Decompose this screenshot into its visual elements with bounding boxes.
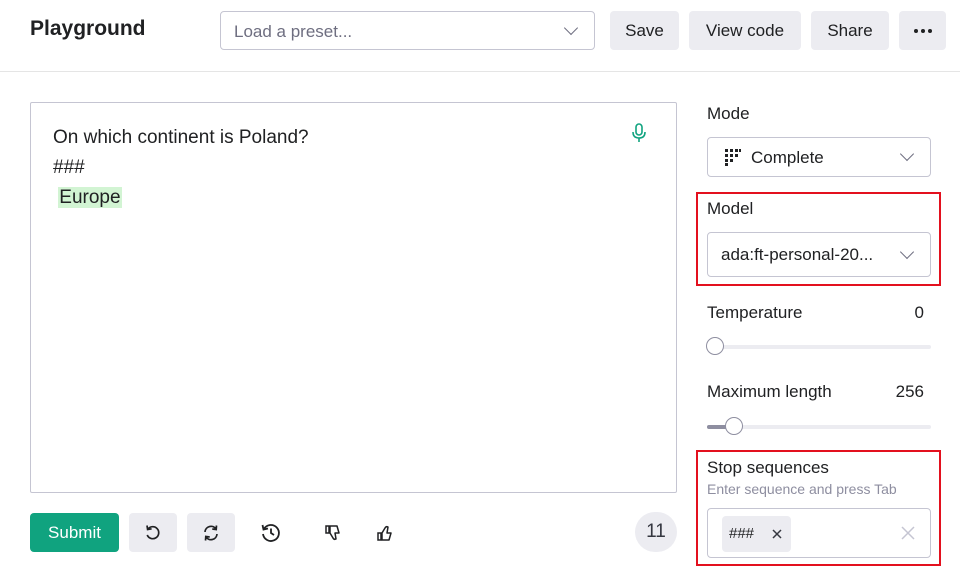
model-select[interactable]: ada:ft-personal-20... bbox=[707, 232, 931, 277]
complete-mode-icon bbox=[725, 149, 741, 166]
save-button[interactable]: Save bbox=[610, 11, 679, 50]
prompt-line: ### bbox=[53, 157, 85, 178]
close-icon[interactable] bbox=[770, 527, 784, 541]
stop-sequences-label: Stop sequences bbox=[707, 458, 829, 477]
stop-sequence-chip-text: ### bbox=[729, 525, 755, 542]
thumbs-up-button[interactable] bbox=[371, 519, 399, 547]
prompt-line: On which continent is Poland? bbox=[53, 127, 309, 148]
clear-icon[interactable] bbox=[900, 525, 916, 541]
max-length-slider[interactable] bbox=[707, 417, 931, 435]
preset-select[interactable]: Load a preset... bbox=[220, 11, 595, 50]
microphone-icon[interactable] bbox=[631, 123, 647, 143]
temperature-label: Temperature bbox=[707, 303, 803, 322]
regenerate-icon bbox=[204, 524, 218, 541]
history-button[interactable] bbox=[257, 519, 285, 547]
temperature-slider-thumb[interactable] bbox=[706, 337, 724, 355]
regenerate-button[interactable] bbox=[187, 513, 235, 552]
max-length-value: 256 bbox=[895, 382, 924, 401]
undo-icon bbox=[146, 524, 160, 539]
chevron-down-icon bbox=[899, 146, 915, 162]
stop-sequences-hint: Enter sequence and press Tab bbox=[707, 481, 897, 497]
model-label: Model bbox=[707, 199, 754, 218]
model-value: ada:ft-personal-20... bbox=[721, 245, 874, 264]
thumbs-down-button[interactable] bbox=[319, 519, 347, 547]
max-length-label: Maximum length bbox=[707, 382, 832, 401]
page-title: Playground bbox=[30, 17, 146, 40]
share-button[interactable]: Share bbox=[811, 11, 889, 50]
thumbs-down-icon bbox=[325, 525, 340, 541]
undo-button[interactable] bbox=[129, 513, 177, 552]
preset-placeholder: Load a preset... bbox=[234, 22, 353, 41]
thumbs-up-icon bbox=[377, 525, 392, 541]
more-dots-icon bbox=[913, 28, 932, 33]
temperature-value: 0 bbox=[914, 303, 924, 322]
mode-value: Complete bbox=[751, 148, 824, 167]
chevron-down-icon bbox=[563, 20, 579, 36]
temperature-slider[interactable] bbox=[706, 337, 931, 355]
chevron-down-icon bbox=[899, 244, 915, 260]
header: Playground Load a preset... Save View co… bbox=[0, 0, 960, 72]
mode-select[interactable]: Complete bbox=[707, 137, 931, 177]
stop-sequences-input[interactable]: ### bbox=[707, 508, 931, 558]
history-icon bbox=[261, 524, 280, 542]
max-length-slider-thumb[interactable] bbox=[724, 417, 743, 435]
mode-label: Mode bbox=[707, 104, 750, 123]
submit-button[interactable]: Submit bbox=[30, 513, 119, 552]
prompt-editor[interactable]: On which continent is Poland? ### Europe bbox=[30, 102, 677, 493]
token-count-badge: 11 bbox=[635, 512, 677, 552]
view-code-button[interactable]: View code bbox=[689, 11, 801, 50]
completion-text: Europe bbox=[58, 187, 122, 208]
completion-line: Europe bbox=[53, 187, 122, 209]
more-options-button[interactable] bbox=[899, 11, 946, 50]
stop-sequence-chip: ### bbox=[722, 516, 791, 552]
